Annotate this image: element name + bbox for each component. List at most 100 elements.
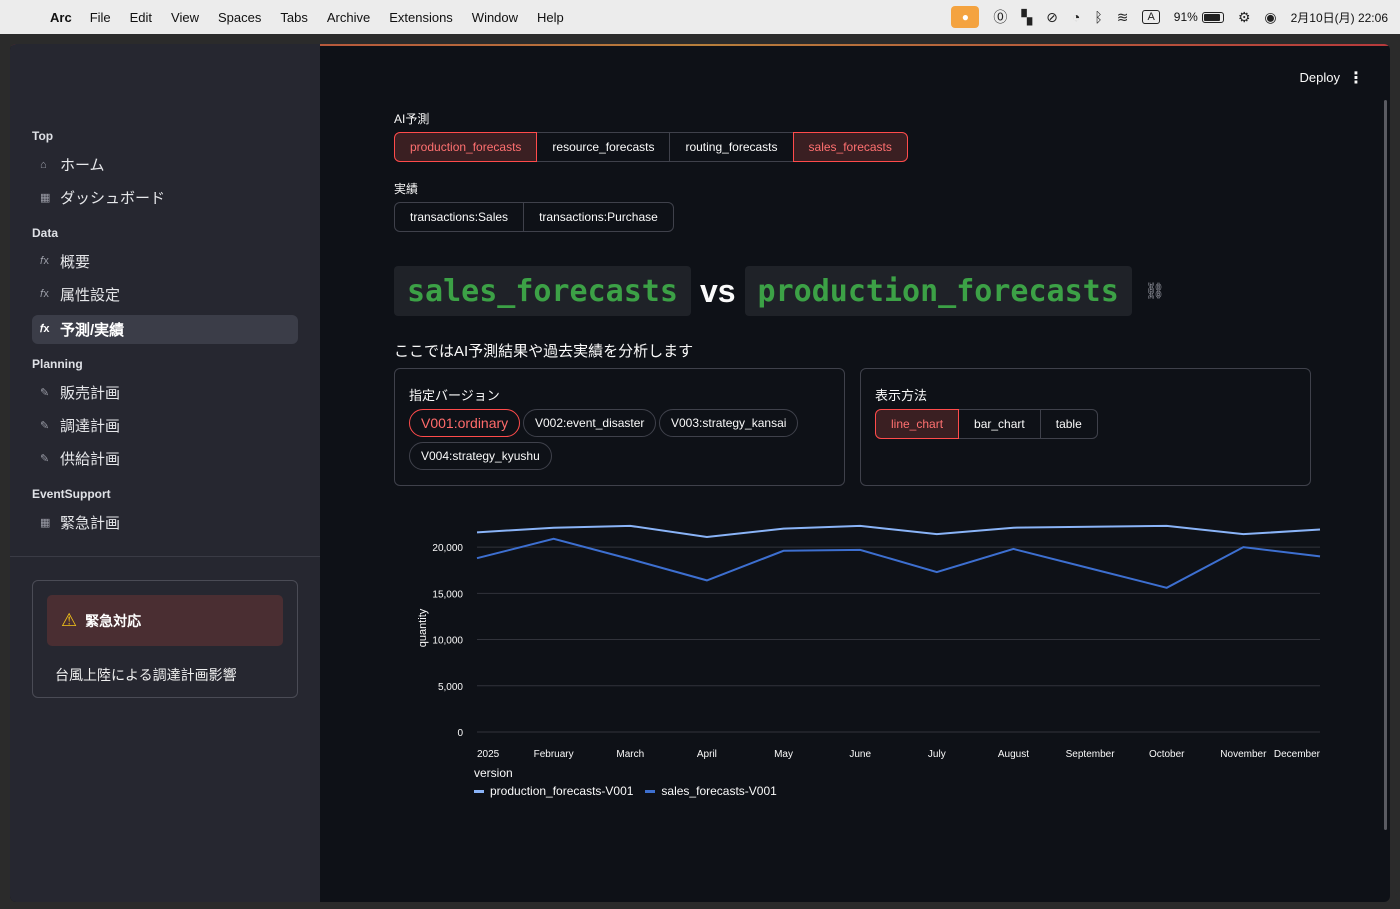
menu-file[interactable]: File	[90, 10, 111, 25]
forecast-line-chart[interactable]: 0 5,000 10,000 15,000 20,000 quantity 2025 Febr…	[390, 514, 1330, 764]
sidebar-item-forecast-actual[interactable]: 𝑓x 予測/実績	[32, 315, 298, 344]
sidebar-item-label: 販売計画	[60, 385, 121, 402]
title-right-code: production_forecasts	[744, 266, 1132, 316]
legend-swatch	[645, 789, 656, 793]
legend-label: production_forecasts-V001	[490, 784, 634, 798]
control-center-icon[interactable]: ⚙	[1238, 9, 1251, 26]
ai-forecast-label: AI予測	[394, 112, 430, 126]
sidebar-item-attribute-settings[interactable]: 𝑓x 属性設定	[32, 280, 298, 309]
sidebar-item-label: 調達計画	[60, 418, 121, 435]
chart-legend: version production_forecasts-V001 sales_f…	[474, 766, 777, 798]
pill-sales-forecasts[interactable]: sales_forecasts	[792, 132, 908, 162]
pill-resource-forecasts[interactable]: resource_forecasts	[536, 132, 671, 162]
sidebar-item-label: 緊急計画	[60, 515, 121, 532]
macos-menu-bar: Arc File Edit View Spaces Tabs Archive E…	[0, 0, 1400, 34]
warning-icon: ⚠	[61, 610, 78, 630]
legend-label: sales_forecasts-V001	[661, 784, 777, 798]
chip-v003[interactable]: V003:strategy_kansai	[659, 409, 799, 437]
pill-transactions-purchase[interactable]: transactions:Purchase	[523, 202, 674, 232]
menubar-clock[interactable]: 2月10日(月) 22:06	[1291, 9, 1388, 26]
x-tick-label: October	[1149, 749, 1185, 760]
window-layout-icon[interactable]: ▚	[1021, 9, 1032, 26]
menu-edit[interactable]: Edit	[130, 10, 152, 25]
legend-items: production_forecasts-V001 sales_forecasts…	[474, 784, 777, 798]
time-machine-icon[interactable]: ◔	[1072, 9, 1080, 25]
nav-section-top: Top	[32, 129, 54, 143]
actuals-label: 実績	[394, 182, 419, 196]
pill-line-chart[interactable]: line_chart	[875, 409, 960, 439]
series-line-production_forecasts-V001	[476, 524, 1321, 538]
x-tick-label: May	[774, 749, 793, 760]
pill-bar-chart[interactable]: bar_chart	[958, 409, 1041, 439]
menu-extensions[interactable]: Extensions	[389, 10, 453, 25]
title-vs: vs	[699, 272, 736, 309]
browser-window: Top ⌂ ホーム ▦ ダッシュボード Data 𝑓x 概要 𝑓x 属性設定 𝑓…	[0, 34, 1400, 909]
page-subtitle: ここではAI予測結果や過去実績を分析します	[394, 343, 694, 360]
deploy-button[interactable]: Deploy	[1300, 70, 1340, 85]
microphone-icon[interactable]: ●	[951, 6, 980, 28]
sidebar-item-supply-plan[interactable]: ✎ 供給計画	[32, 444, 298, 473]
y-tick-label: 0	[457, 728, 463, 739]
pill-table[interactable]: table	[1039, 409, 1098, 439]
function-icon: 𝑓x	[40, 323, 50, 335]
app-menu-arc[interactable]: Arc	[50, 10, 72, 25]
menu-window[interactable]: Window	[472, 10, 518, 25]
x-tick-label: 2025	[477, 749, 500, 760]
input-source-indicator[interactable]: A	[1142, 10, 1160, 24]
sidebar-item-procurement-plan[interactable]: ✎ 調達計画	[32, 411, 298, 440]
nav-section-planning: Planning	[32, 357, 83, 371]
y-tick-label: 10,000	[432, 636, 463, 647]
alert-message: 台風上陸による調達計画影響	[55, 667, 237, 683]
chip-v004[interactable]: V004:strategy_kyushu	[409, 442, 552, 470]
sidebar-item-label: 予測/実績	[60, 322, 125, 339]
sidebar-item-sales-plan[interactable]: ✎ 販売計画	[32, 378, 298, 407]
legend-item[interactable]: production_forecasts-V001	[474, 784, 633, 798]
menu-spaces[interactable]: Spaces	[218, 10, 261, 25]
main-content: Deploy ⋮ AI予測 production_forecasts resou…	[320, 44, 1390, 902]
status-tray: ● ⓪ ▚ ⊘ ◔ ᛒ ≋ A 91% ⚙ ◉ 2月10日(月) 22:06	[951, 0, 1388, 34]
y-tick-label: 15,000	[432, 589, 463, 600]
version-card: 指定バージョン V001:ordinary V002:event_disaste…	[394, 368, 845, 486]
battery-icon	[1201, 11, 1224, 23]
app-viewport: Top ⌂ ホーム ▦ ダッシュボード Data 𝑓x 概要 𝑓x 属性設定 𝑓…	[10, 44, 1390, 902]
sidebar-item-home[interactable]: ⌂ ホーム	[32, 150, 298, 179]
battery-fill	[1203, 13, 1221, 21]
menu-view[interactable]: View	[171, 10, 199, 25]
x-tick-label: July	[928, 749, 946, 760]
x-tick-label: September	[1066, 749, 1116, 760]
pill-production-forecasts[interactable]: production_forecasts	[394, 132, 538, 162]
emergency-alert-card: ⚠ 緊急対応 台風上陸による調達計画影響	[32, 580, 298, 698]
ai-forecast-pills: production_forecasts resource_forecasts …	[394, 132, 908, 162]
sidebar-item-emergency-plan[interactable]: ▦ 緊急計画	[32, 508, 298, 537]
siri-icon[interactable]: ◉	[1264, 9, 1276, 26]
sidebar-divider	[10, 556, 320, 557]
sidebar-item-dashboard[interactable]: ▦ ダッシュボード	[32, 183, 298, 212]
nav-section-data: Data	[32, 226, 59, 240]
password-manager-icon[interactable]: ⓪	[993, 7, 1007, 27]
menu-archive[interactable]: Archive	[327, 10, 370, 25]
x-tick-label: February	[534, 749, 574, 760]
anchor-link-icon[interactable]: ⛓	[1145, 281, 1165, 301]
display-mode-pills: line_chart bar_chart table	[875, 409, 1098, 439]
menu-tabs[interactable]: Tabs	[280, 10, 307, 25]
display-card-title: 表示方法	[875, 388, 928, 403]
pill-transactions-sales[interactable]: transactions:Sales	[394, 202, 525, 232]
chip-v001[interactable]: V001:ordinary	[409, 409, 521, 437]
more-options-icon[interactable]: ⋮	[1348, 68, 1364, 88]
display-mode-card: 表示方法 line_chart bar_chart table	[860, 368, 1311, 486]
menu-help[interactable]: Help	[537, 10, 564, 25]
main-scrollbar[interactable]	[1384, 100, 1387, 830]
legend-swatch	[474, 789, 484, 793]
pill-routing-forecasts[interactable]: routing_forecasts	[669, 132, 794, 162]
chip-v002[interactable]: V002:event_disaster	[523, 409, 657, 437]
bluetooth-icon[interactable]: ᛒ	[1094, 9, 1102, 25]
function-icon: 𝑓x	[40, 255, 49, 267]
wifi-icon[interactable]: ≋	[1117, 9, 1129, 26]
sidebar-item-overview[interactable]: 𝑓x 概要	[32, 247, 298, 276]
sidebar-item-label: ダッシュボード	[60, 190, 166, 207]
legend-item[interactable]: sales_forecasts-V001	[645, 784, 777, 798]
screen-mirroring-icon[interactable]: ⊘	[1046, 9, 1058, 26]
page-title: sales_forecasts vs production_forecasts …	[394, 266, 1165, 316]
battery-indicator[interactable]: 91%	[1174, 10, 1224, 24]
pencil-icon: ✎	[40, 420, 50, 432]
